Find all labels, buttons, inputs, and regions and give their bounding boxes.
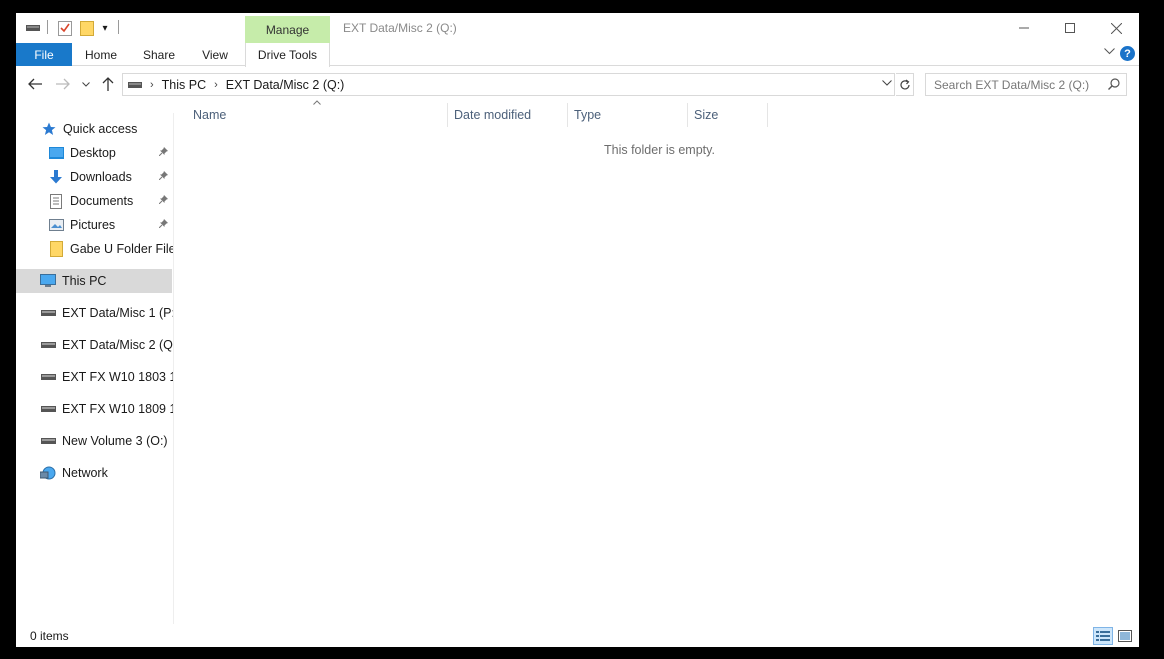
nav-item-drive-fx-1809[interactable]: EXT FX W10 1809 11-2 — [16, 397, 173, 421]
minimize-button[interactable] — [1001, 13, 1047, 43]
nav-quick-access[interactable]: Quick access — [16, 117, 173, 141]
nav-label: EXT FX W10 1803 11-1 — [62, 370, 173, 384]
qat-customize-dropdown[interactable]: ▾ — [100, 20, 110, 36]
address-dropdown-icon[interactable] — [882, 78, 892, 89]
nav-label: Downloads — [70, 170, 132, 184]
tab-view[interactable]: View — [194, 43, 236, 66]
file-list: Name Date modified Type Size This folder… — [176, 100, 1139, 624]
nav-item-desktop[interactable]: Desktop — [16, 141, 173, 165]
downloads-icon — [48, 170, 64, 184]
file-explorer-window: ▾ Manage EXT Data/Misc 2 (Q:) File Home … — [16, 13, 1139, 647]
tab-file[interactable]: File — [16, 43, 72, 66]
address-bar[interactable]: › This PC › EXT Data/Misc 2 (Q:) — [122, 73, 895, 96]
nav-item-pictures[interactable]: Pictures — [16, 213, 173, 237]
nav-item-documents[interactable]: Documents — [16, 189, 173, 213]
folder-icon — [48, 241, 64, 257]
pin-icon[interactable] — [158, 195, 168, 207]
column-header-name[interactable]: Name — [176, 103, 448, 127]
recent-locations-chevron-icon[interactable] — [80, 75, 92, 93]
pin-icon[interactable] — [158, 171, 168, 183]
back-button[interactable] — [26, 75, 44, 93]
breadcrumb-chevron-icon[interactable]: › — [150, 79, 154, 91]
tab-drive-tools[interactable]: Drive Tools — [245, 43, 330, 67]
computer-icon — [40, 274, 56, 288]
column-header-size[interactable]: Size — [688, 103, 768, 127]
nav-item-downloads[interactable]: Downloads — [16, 165, 173, 189]
nav-item-drive-fx-1803[interactable]: EXT FX W10 1803 11-1 — [16, 365, 173, 389]
nav-item-drive-p[interactable]: EXT Data/Misc 1 (P:) — [16, 301, 174, 325]
drive-icon[interactable] — [26, 20, 40, 36]
drive-icon — [40, 306, 56, 320]
forward-button[interactable] — [54, 75, 72, 93]
drive-icon — [40, 402, 56, 416]
pin-icon[interactable] — [158, 219, 168, 231]
nav-label: Quick access — [63, 122, 138, 136]
nav-label: EXT Data/Misc 1 (P:) — [62, 306, 174, 320]
navigation-bar: › This PC › EXT Data/Misc 2 (Q:) Search … — [16, 67, 1139, 101]
item-count: 0 items — [30, 628, 69, 643]
search-icon[interactable] — [1108, 78, 1120, 93]
window-title: EXT Data/Misc 2 (Q:) — [343, 21, 457, 35]
breadcrumb-chevron-icon[interactable]: › — [214, 79, 218, 91]
nav-label: New Volume 3 (O:) — [62, 434, 168, 448]
nav-label: Gabe U Folder Files — [70, 242, 174, 256]
network-icon — [40, 466, 56, 480]
new-folder-icon[interactable] — [79, 20, 95, 36]
search-input[interactable]: Search EXT Data/Misc 2 (Q:) — [925, 73, 1127, 96]
drive-icon — [40, 370, 56, 384]
drive-icon — [128, 81, 142, 89]
nav-label: Desktop — [70, 146, 116, 160]
breadcrumb-this-pc[interactable]: This PC — [162, 78, 206, 92]
expand-ribbon-chevron-icon[interactable] — [1104, 46, 1115, 58]
empty-folder-message: This folder is empty. — [604, 143, 715, 157]
nav-item-this-pc[interactable]: This PC — [16, 269, 172, 293]
tab-share[interactable]: Share — [137, 43, 181, 66]
search-placeholder: Search EXT Data/Misc 2 (Q:) — [934, 77, 1090, 92]
nav-label: This PC — [62, 274, 107, 288]
details-view-button[interactable] — [1093, 627, 1113, 645]
nav-label: EXT Data/Misc 2 (Q:) — [62, 338, 174, 352]
refresh-button[interactable] — [896, 73, 914, 96]
drive-icon — [40, 434, 56, 448]
maximize-button[interactable] — [1047, 13, 1093, 43]
help-icon[interactable]: ? — [1120, 46, 1135, 61]
nav-item-drive-q[interactable]: EXT Data/Misc 2 (Q:) — [16, 333, 174, 357]
pictures-icon — [48, 218, 64, 232]
nav-label: Pictures — [70, 218, 116, 232]
up-button[interactable] — [100, 75, 116, 93]
manage-contextual-tab: Manage — [245, 16, 330, 43]
title-bar: ▾ Manage EXT Data/Misc 2 (Q:) — [16, 13, 1139, 43]
close-button[interactable] — [1093, 13, 1139, 43]
ribbon-tabs: File Home Share View Drive Tools ? — [16, 43, 1139, 67]
desktop-icon — [48, 146, 64, 160]
nav-label: EXT FX W10 1809 11-2 — [62, 402, 173, 416]
nav-item-drive-o[interactable]: New Volume 3 (O:) — [16, 429, 173, 453]
breadcrumb-current-drive[interactable]: EXT Data/Misc 2 (Q:) — [226, 78, 345, 92]
tab-home[interactable]: Home — [78, 43, 124, 66]
pin-icon[interactable] — [158, 147, 168, 159]
column-header-date-modified[interactable]: Date modified — [448, 103, 568, 127]
drive-icon — [40, 338, 56, 352]
documents-icon — [48, 193, 64, 209]
navigation-pane: Quick access Desktop Downloads Documents… — [16, 113, 174, 624]
star-icon — [41, 122, 57, 136]
properties-icon[interactable] — [57, 20, 73, 36]
nav-label: Documents — [70, 194, 134, 208]
nav-item-network[interactable]: Network — [16, 461, 173, 485]
column-header-type[interactable]: Type — [568, 103, 688, 127]
nav-item-gabe-folder[interactable]: Gabe U Folder Files — [16, 237, 174, 261]
status-bar: 0 items — [16, 624, 1139, 647]
nav-label: Network — [62, 466, 108, 480]
large-icons-view-button[interactable] — [1115, 627, 1135, 645]
